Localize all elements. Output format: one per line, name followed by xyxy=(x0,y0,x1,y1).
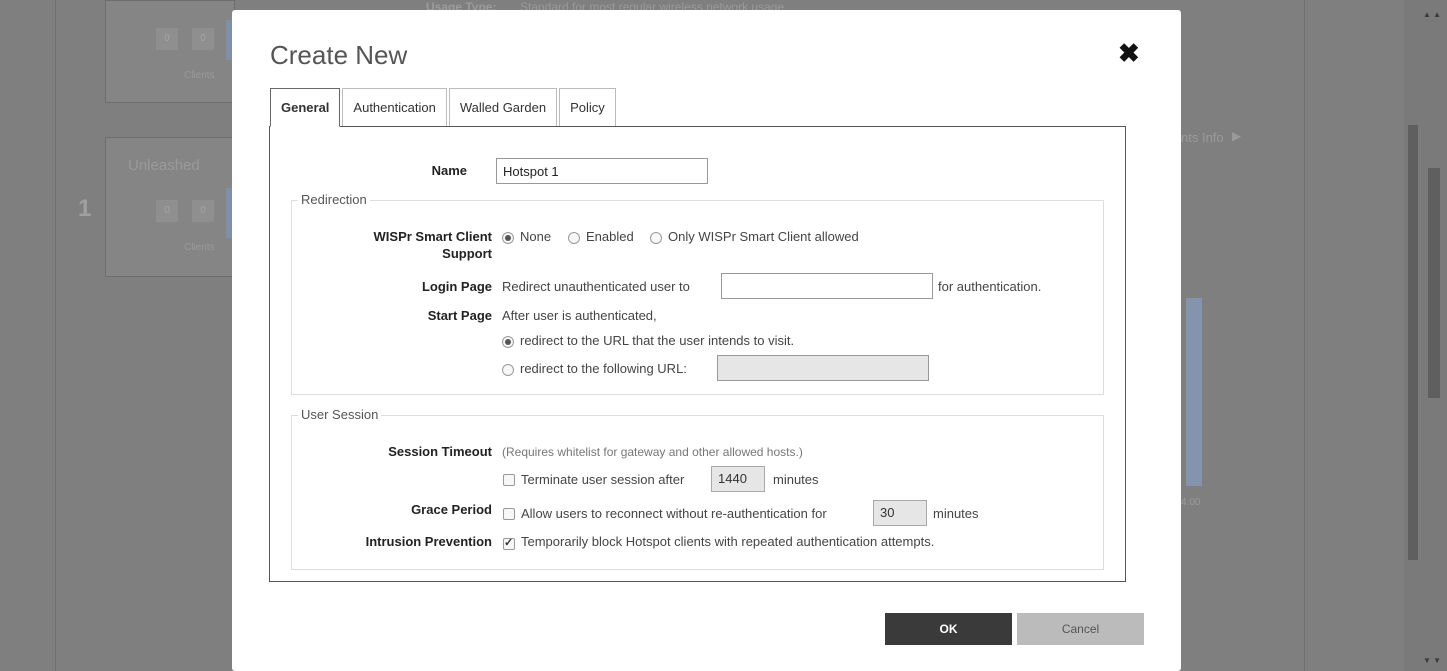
client-count-box: 0 xyxy=(192,28,214,50)
redirection-fieldset: Redirection WISPr Smart Client Support N… xyxy=(291,192,1104,395)
grace-period-label: Grace Period xyxy=(411,502,492,517)
name-label: Name xyxy=(431,163,467,178)
terminate-session-checkbox[interactable] xyxy=(503,474,515,486)
start-intended-label: redirect to the URL that the user intend… xyxy=(520,333,795,348)
clients-label: Clients xyxy=(184,70,215,81)
dialog-title: Create New xyxy=(270,40,408,70)
user-session-legend: User Session xyxy=(298,407,382,422)
wispr-none-radio[interactable] xyxy=(502,232,514,244)
user-session-fieldset: User Session Session Timeout (Requires w… xyxy=(291,407,1104,570)
chart-tick-label: 4:00 xyxy=(1181,497,1201,508)
wispr-label: WISPr Smart Client xyxy=(373,229,492,244)
tab-general[interactable]: General xyxy=(270,88,341,127)
client-card xyxy=(105,0,235,103)
general-tab-panel: Name Redirection WISPr Smart Client Supp… xyxy=(269,126,1126,582)
client-count-box: 0 xyxy=(156,200,178,222)
terminate-session-label: Terminate user session after xyxy=(521,472,685,487)
close-icon[interactable]: ✖ xyxy=(1118,40,1140,66)
start-following-radio[interactable] xyxy=(502,364,514,376)
wispr-none-label: None xyxy=(520,229,552,244)
tab-policy[interactable]: Policy xyxy=(559,88,616,126)
tab-bar: General Authentication Walled Garden Pol… xyxy=(270,88,618,127)
column-divider xyxy=(55,0,56,671)
create-new-dialog: Create New ✖ General Authentication Wall… xyxy=(232,10,1181,671)
redirection-legend: Redirection xyxy=(298,192,370,207)
clients-info-link: nts Info xyxy=(1181,130,1224,145)
chart-bar xyxy=(1186,298,1202,486)
terminate-minutes-input[interactable]: 1440 xyxy=(711,466,765,492)
login-page-url-input[interactable] xyxy=(721,273,933,299)
wispr-enabled-radio[interactable] xyxy=(568,232,580,244)
session-timeout-label: Session Timeout xyxy=(388,444,492,459)
grace-period-checkbox[interactable] xyxy=(503,508,515,520)
clients-label: Clients xyxy=(184,242,215,253)
wispr-only-label: Only WISPr Smart Client allowed xyxy=(668,229,859,244)
column-divider xyxy=(1304,0,1305,671)
start-intended-radio[interactable] xyxy=(502,336,514,348)
grace-unit: minutes xyxy=(933,506,979,521)
start-page-text: After user is authenticated, xyxy=(502,308,657,323)
wispr-label-line2: Support xyxy=(442,246,492,261)
grace-minutes-input[interactable]: 30 xyxy=(873,500,927,526)
intrusion-prevention-checkbox[interactable] xyxy=(503,536,515,550)
terminate-unit: minutes xyxy=(773,472,819,487)
intrusion-prevention-text: Temporarily block Hotspot clients with r… xyxy=(521,534,935,549)
scrollbar-thumb[interactable] xyxy=(1408,125,1418,560)
wispr-only-radio[interactable] xyxy=(650,232,662,244)
chevron-right-icon: ▶ xyxy=(1232,129,1242,143)
intrusion-prevention-label: Intrusion Prevention xyxy=(365,534,492,549)
ok-button[interactable]: OK xyxy=(885,613,1012,645)
start-url-input[interactable] xyxy=(717,355,929,381)
scrollbar-thumb[interactable] xyxy=(1428,168,1440,398)
login-page-prefix: Redirect unauthenticated user to xyxy=(502,279,690,294)
grace-period-text: Allow users to reconnect without re-auth… xyxy=(521,506,827,521)
name-input[interactable] xyxy=(496,158,708,184)
unleashed-title: Unleashed xyxy=(128,157,200,174)
scroll-down-icon[interactable]: ▼ ▼ xyxy=(1404,656,1447,665)
login-page-label: Login Page xyxy=(421,279,492,294)
cancel-button[interactable]: Cancel xyxy=(1017,613,1144,645)
login-page-suffix: for authentication. xyxy=(938,279,1042,294)
start-page-label: Start Page xyxy=(427,308,492,323)
client-count-box: 0 xyxy=(192,200,214,222)
tab-walled-garden[interactable]: Walled Garden xyxy=(448,88,558,126)
start-following-label: redirect to the following URL: xyxy=(520,361,687,376)
scroll-up-icon[interactable]: ▲ ▲ xyxy=(1404,10,1447,19)
tab-authentication[interactable]: Authentication xyxy=(342,88,447,126)
client-count-box: 0 xyxy=(156,28,178,50)
session-timeout-hint: (Requires whitelist for gateway and othe… xyxy=(502,445,803,459)
unleashed-count: 1 xyxy=(78,195,92,222)
wispr-enabled-label: Enabled xyxy=(586,229,634,244)
